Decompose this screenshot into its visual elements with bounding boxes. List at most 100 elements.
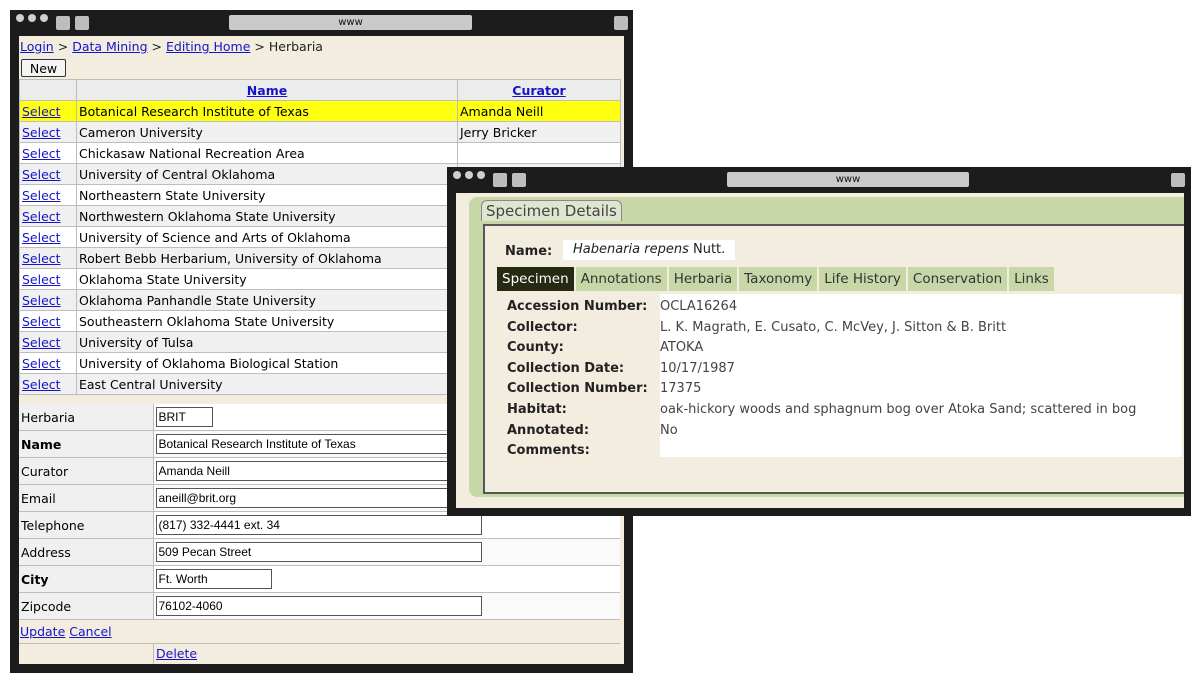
update-link[interactable]: Update [20, 624, 65, 639]
tab-links[interactable]: Links [1009, 267, 1054, 291]
detail-label: Comments: [507, 443, 590, 459]
select-link[interactable]: Select [22, 230, 61, 245]
tab-taxonomy[interactable]: Taxonomy [739, 267, 818, 291]
cancel-link[interactable]: Cancel [69, 624, 111, 639]
detail-value: L. K. Magrath, E. Cusato, C. McVey, J. S… [660, 319, 1007, 335]
breadcrumb-separator: > [151, 39, 162, 54]
window-dot-icon [465, 171, 473, 179]
curator-label: Curator [19, 457, 154, 485]
detail-value: 10/17/1987 [660, 360, 735, 376]
herbaria-label: Herbaria [19, 404, 154, 431]
herbarium-name: University of Central Oklahoma [76, 163, 458, 185]
window-close-button[interactable] [614, 16, 628, 30]
curator-column-header[interactable]: Curator [457, 79, 621, 101]
select-link[interactable]: Select [22, 377, 61, 392]
name-label: Name [19, 430, 154, 458]
detail-row: Collection Number: 17375 [507, 381, 701, 396]
breadcrumb-separator: > [254, 39, 265, 54]
herbarium-name: East Central University [76, 373, 458, 395]
detail-label: Accession Number: [507, 299, 648, 314]
tab-life-history[interactable]: Life History [819, 267, 906, 291]
select-link[interactable]: Select [22, 314, 61, 329]
breadcrumb-data-mining-link[interactable]: Data Mining [72, 39, 147, 54]
window-dot-icon [477, 171, 485, 179]
detail-label: Habitat: [507, 402, 567, 417]
title-bar: www [10, 10, 633, 36]
window-dot-icon [40, 14, 48, 22]
detail-label: Collector: [507, 319, 578, 335]
herbarium-curator [457, 142, 621, 164]
specimen-details-body: Name: Habenaria repens Nutt. Specimen Ann… [483, 224, 1184, 494]
select-link[interactable]: Select [22, 209, 61, 224]
herbarium-curator: Jerry Bricker [457, 121, 621, 143]
table-row: Select Cameron University Jerry Bricker [19, 121, 621, 143]
details-box [660, 294, 1182, 457]
herbarium-name: Oklahoma Panhandle State University [76, 289, 458, 311]
specimen-tabs: Specimen Annotations Herbaria Taxonomy Life … [497, 267, 1056, 291]
curator-input[interactable] [155, 461, 482, 481]
window-dot-icon [28, 14, 36, 22]
herbarium-name: Northwestern Oklahoma State University [76, 205, 458, 227]
select-link[interactable]: Select [22, 125, 61, 140]
breadcrumb: Login > Data Mining > Editing Home > Her… [20, 39, 323, 54]
panel-title-tab: Specimen Details [481, 200, 622, 221]
select-link[interactable]: Select [22, 251, 61, 266]
url-bar[interactable]: www [727, 172, 969, 187]
address-label: Address [19, 538, 154, 566]
detail-row: Comments: [507, 443, 660, 458]
detail-value: ATOKA [660, 340, 704, 356]
select-link[interactable]: Select [22, 293, 61, 308]
select-link[interactable]: Select [22, 272, 61, 287]
species-name: Habenaria repens [573, 242, 689, 257]
detail-label: Annotated: [507, 422, 590, 438]
name-column-header[interactable]: Name [76, 79, 458, 101]
detail-row: Collector: L. K. Magrath, E. Cusato, C. M… [507, 320, 1006, 335]
forward-button[interactable] [512, 173, 526, 187]
forward-button[interactable] [75, 16, 89, 30]
select-link[interactable]: Select [22, 356, 61, 371]
page-content: Specimen Details Name: Habenaria repens … [456, 193, 1184, 508]
name-input[interactable] [155, 434, 482, 454]
herbarium-name: Northeastern State University [76, 184, 458, 206]
select-link[interactable]: Select [22, 167, 61, 182]
tab-herbaria[interactable]: Herbaria [668, 267, 738, 291]
herbarium-name: Southeastern Oklahoma State University [76, 310, 458, 332]
new-button[interactable]: New [21, 59, 66, 77]
tab-annotations[interactable]: Annotations [575, 267, 667, 291]
select-link[interactable]: Select [22, 104, 61, 119]
email-label: Email [19, 484, 154, 512]
name-label: Name: [505, 244, 553, 259]
breadcrumb-editing-home-link[interactable]: Editing Home [166, 39, 250, 54]
form-actions: Update Cancel [20, 624, 112, 639]
zipcode-input[interactable] [155, 596, 482, 616]
telephone-input[interactable] [155, 515, 482, 535]
detail-row: Accession Number: OCLA16264 [507, 299, 737, 314]
city-label: City [19, 565, 154, 593]
herbaria-input[interactable] [155, 407, 213, 427]
window-close-button[interactable] [1171, 173, 1185, 187]
table-row: Select Botanical Research Institute of Te… [19, 100, 621, 122]
detail-value: oak-hickory woods and sphagnum bog over … [660, 402, 1137, 417]
email-input[interactable] [155, 488, 482, 508]
telephone-label: Telephone [19, 511, 154, 539]
breadcrumb-login-link[interactable]: Login [20, 39, 54, 54]
herbarium-name: Robert Bebb Herbarium, University of Okl… [76, 247, 458, 269]
title-bar: www [447, 167, 1191, 193]
delete-row: Delete [19, 643, 620, 664]
address-input[interactable] [155, 542, 482, 562]
detail-row: Habitat: oak-hickory woods and sphagnum b… [507, 402, 1136, 417]
herbarium-name: Chickasaw National Recreation Area [76, 142, 458, 164]
city-input[interactable] [155, 569, 272, 589]
detail-value: No [660, 422, 678, 438]
detail-label: Collection Number: [507, 381, 648, 397]
tab-specimen[interactable]: Specimen [497, 267, 574, 291]
select-link[interactable]: Select [22, 335, 61, 350]
select-link[interactable]: Select [22, 146, 61, 161]
tab-conservation[interactable]: Conservation [907, 267, 1008, 291]
url-bar[interactable]: www [229, 15, 472, 30]
specimen-name: Habenaria repens Nutt. [563, 240, 736, 260]
select-link[interactable]: Select [22, 188, 61, 203]
back-button[interactable] [493, 173, 507, 187]
delete-link[interactable]: Delete [156, 646, 197, 661]
back-button[interactable] [56, 16, 70, 30]
